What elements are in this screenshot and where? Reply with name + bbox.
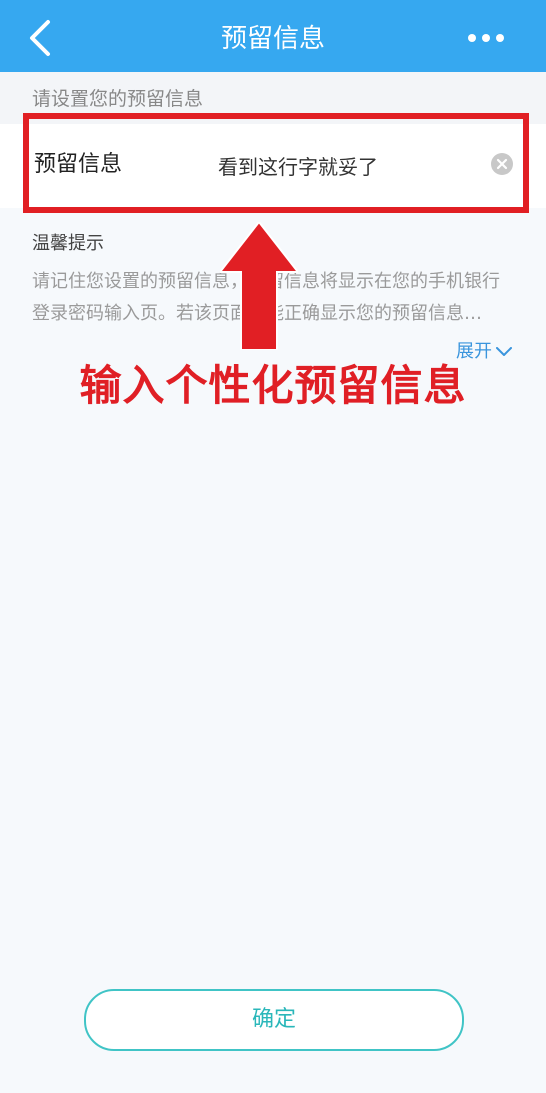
reserved-info-input[interactable]	[218, 148, 468, 182]
tips-body: 请记住您设置的预留信息，预留信息将显示在您的手机银行 登录密码输入页。若该页面未…	[32, 266, 510, 330]
app-header: 预留信息	[0, 0, 546, 72]
tips-line-1: 请记住您设置的预留信息，预留信息将显示在您的手机银行	[32, 271, 500, 292]
more-dots-icon	[468, 34, 504, 42]
clear-icon	[491, 153, 513, 175]
confirm-button[interactable]: 确定	[84, 989, 464, 1051]
clear-button[interactable]	[490, 152, 514, 176]
tips-line-2: 登录密码输入页。若该页面未能正确显示您的预留信息…	[32, 303, 482, 324]
section-hint-text: 请设置您的预留信息	[32, 88, 204, 110]
section-hint: 请设置您的预留信息	[0, 72, 546, 124]
more-button[interactable]	[464, 24, 508, 52]
chevron-down-icon	[496, 347, 512, 356]
reserved-info-row: 预留信息	[0, 124, 546, 208]
tips-title: 温馨提示	[32, 233, 104, 254]
reserved-info-label: 预留信息	[34, 152, 123, 177]
callout-text: 输入个性化预留信息	[79, 361, 467, 410]
